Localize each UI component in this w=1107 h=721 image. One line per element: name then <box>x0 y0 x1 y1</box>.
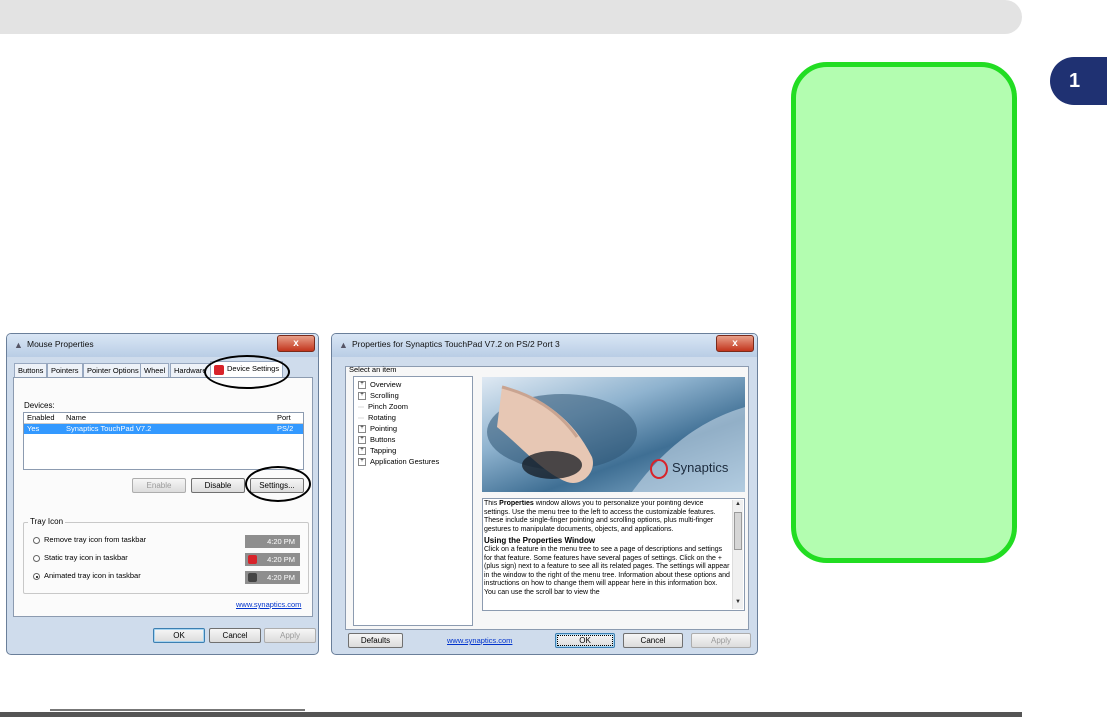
select-item-label: Select an item <box>349 365 397 374</box>
radio-static-tray-label[interactable]: Static tray icon in taskbar <box>44 553 128 562</box>
info-text: This Properties window allows you to per… <box>484 500 730 608</box>
cancel-button[interactable]: Cancel <box>623 633 683 648</box>
tree-line-icon: ⋯ <box>358 405 364 411</box>
tree-label: Pointing <box>370 424 398 433</box>
scrollbar[interactable]: ▲ ▼ <box>732 500 743 609</box>
expand-icon[interactable]: + <box>358 381 366 390</box>
tree-label: Rotating <box>368 413 396 422</box>
devices-label: Devices: <box>24 401 55 410</box>
tab-pointers[interactable]: Pointers <box>47 363 83 378</box>
radio-remove-tray-label[interactable]: Remove tray icon from taskbar <box>44 535 146 544</box>
ok-button[interactable]: OK <box>153 628 205 643</box>
tray-time: 4:20 PM <box>267 555 295 564</box>
synaptics-logo-text: Synaptics <box>672 460 729 475</box>
synaptics-dialog-titlebar: ▲ Properties for Synaptics TouchPad V7.2… <box>332 334 757 357</box>
footer-bar <box>0 709 1022 717</box>
tray-group-label: Tray Icon <box>28 517 66 526</box>
tray-time: 4:20 PM <box>267 537 295 546</box>
callout-box <box>791 62 1017 563</box>
scroll-up-icon[interactable]: ▲ <box>735 501 741 507</box>
radio-animated-tray[interactable] <box>33 573 40 580</box>
synaptics-link[interactable]: www.synaptics.com <box>236 600 301 609</box>
touchpad-icon <box>248 573 257 582</box>
header-bar <box>0 0 1022 34</box>
tray-preview: 4:20 PM <box>245 535 300 548</box>
column-enabled[interactable]: Enabled <box>27 413 55 422</box>
tree-label: Application Gestures <box>370 457 440 466</box>
disable-button[interactable]: Disable <box>191 478 245 493</box>
close-button[interactable]: x <box>277 335 315 352</box>
tray-preview: 4:20 PM <box>245 571 300 584</box>
row-enabled: Yes <box>27 424 40 433</box>
mouse-icon: ▲ <box>339 340 348 350</box>
expand-icon[interactable]: + <box>358 436 366 445</box>
mouse-icon: ▲ <box>14 340 23 350</box>
tree-item-rotating[interactable]: ⋯ Rotating <box>358 413 396 422</box>
tree-item-scrolling[interactable]: + Scrolling <box>358 391 399 401</box>
synaptics-icon <box>248 555 257 564</box>
synaptics-dialog-title: Properties for Synaptics TouchPad V7.2 o… <box>352 339 560 349</box>
synaptics-logo: Synaptics <box>650 457 740 481</box>
highlight-circle <box>204 355 290 389</box>
mouse-dialog-titlebar: ▲ Mouse Properties x <box>7 334 318 357</box>
expand-icon[interactable]: + <box>358 392 366 401</box>
scroll-down-icon[interactable]: ▼ <box>735 599 741 605</box>
tree-item-buttons[interactable]: + Buttons <box>358 435 396 445</box>
info-paragraph: Click on a feature in the menu tree to s… <box>484 545 730 596</box>
close-button[interactable]: x <box>716 335 754 352</box>
radio-remove-tray[interactable] <box>33 537 40 544</box>
synaptics-link[interactable]: www.synaptics.com <box>447 636 512 645</box>
column-port[interactable]: Port <box>277 413 291 422</box>
tree-label: Tapping <box>370 446 397 455</box>
ok-button[interactable]: OK <box>555 633 615 648</box>
chapter-tab: 1 <box>1050 57 1107 105</box>
tree-label: Overview <box>370 380 402 389</box>
tree-item-overview[interactable]: + Overview <box>358 380 402 390</box>
tab-pointer-options[interactable]: Pointer Options <box>83 363 143 378</box>
expand-icon[interactable]: + <box>358 425 366 434</box>
tab-buttons[interactable]: Buttons <box>14 363 48 378</box>
expand-icon[interactable]: + <box>358 458 366 467</box>
info-heading: Using the Properties Window <box>484 536 596 546</box>
tab-wheel[interactable]: Wheel <box>140 363 170 378</box>
tree-item-pointing[interactable]: + Pointing <box>358 424 398 434</box>
tray-preview: 4:20 PM <box>245 553 300 566</box>
touchpad-hero-image: Synaptics <box>482 377 745 492</box>
expand-icon[interactable]: + <box>358 447 366 456</box>
defaults-button[interactable]: Defaults <box>348 633 403 648</box>
tree-label: Pinch Zoom <box>368 402 409 411</box>
info-text-span: This <box>484 500 500 507</box>
synaptics-logo-icon <box>650 459 668 479</box>
apply-button[interactable]: Apply <box>691 633 751 648</box>
info-bold: Properties <box>499 500 534 507</box>
tray-time: 4:20 PM <box>267 573 295 582</box>
tree-line-icon: ⋯ <box>358 416 364 422</box>
row-name: Synaptics TouchPad V7.2 <box>66 424 152 433</box>
tree-label: Scrolling <box>370 391 399 400</box>
tree-item-application-gestures[interactable]: + Application Gestures <box>358 457 440 467</box>
column-name[interactable]: Name <box>66 413 86 422</box>
tree-label: Buttons <box>370 435 396 444</box>
enable-button[interactable]: Enable <box>132 478 186 493</box>
scroll-thumb[interactable] <box>734 512 742 550</box>
tree-item-pinch-zoom[interactable]: ⋯ Pinch Zoom <box>358 402 408 411</box>
mouse-dialog-title: Mouse Properties <box>27 339 94 349</box>
apply-button[interactable]: Apply <box>264 628 316 643</box>
highlight-circle <box>245 466 311 502</box>
cancel-button[interactable]: Cancel <box>209 628 261 643</box>
info-paragraph: This Properties window allows you to per… <box>484 500 730 534</box>
row-port: PS/2 <box>277 424 294 433</box>
radio-static-tray[interactable] <box>33 555 40 562</box>
tree-item-tapping[interactable]: + Tapping <box>358 446 397 456</box>
radio-animated-tray-label[interactable]: Animated tray icon in taskbar <box>44 571 141 580</box>
